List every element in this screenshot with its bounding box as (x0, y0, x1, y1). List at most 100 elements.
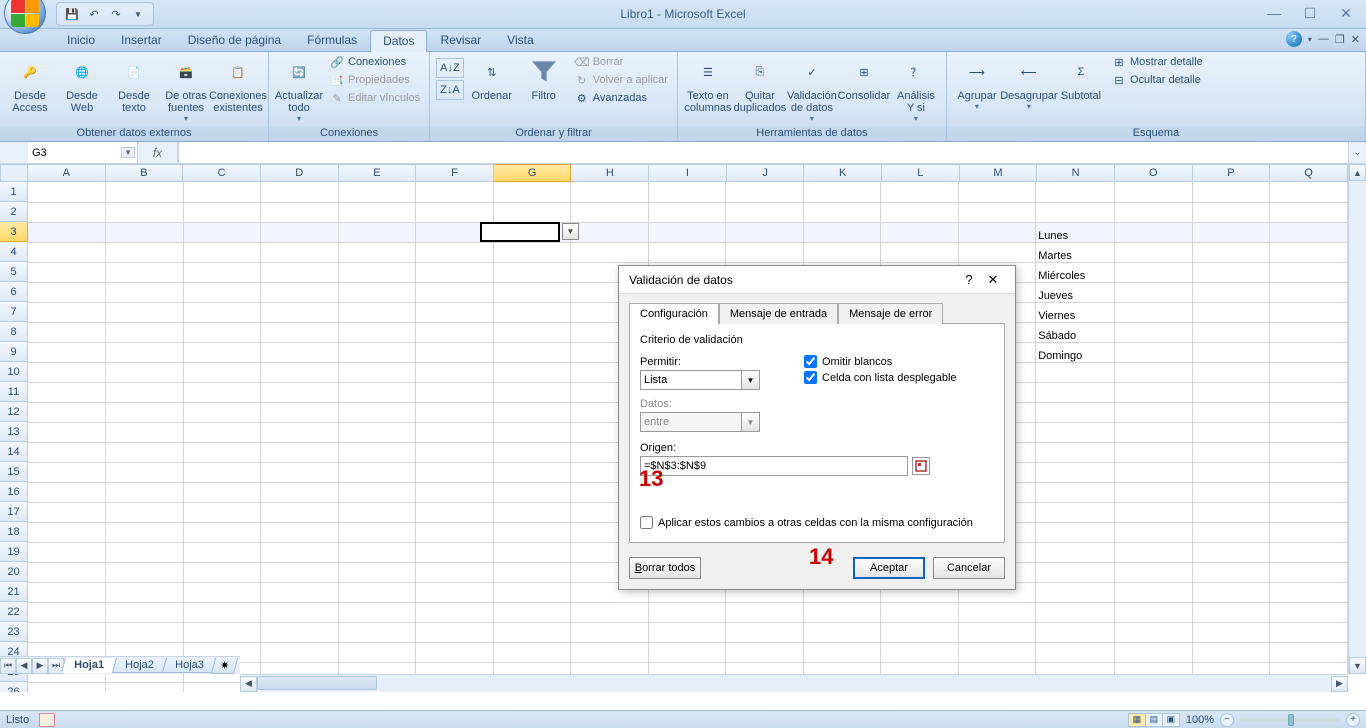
cell-G13[interactable] (493, 422, 571, 442)
cell-B8[interactable] (106, 322, 184, 342)
cell-O2[interactable] (1115, 202, 1193, 222)
cell-F6[interactable] (416, 282, 494, 302)
cell-E4[interactable] (338, 242, 416, 262)
cell-D3[interactable] (261, 222, 339, 242)
customize-qat-icon[interactable]: ▼ (129, 5, 147, 23)
cell-G7[interactable] (493, 302, 571, 322)
cell-A12[interactable] (28, 402, 106, 422)
cell-B20[interactable] (106, 562, 184, 582)
cell-K2[interactable] (803, 202, 881, 222)
cell-P15[interactable] (1192, 462, 1270, 482)
cell-C6[interactable] (183, 282, 261, 302)
cell-C20[interactable] (183, 562, 261, 582)
cell-F11[interactable] (416, 382, 494, 402)
cell-D18[interactable] (261, 522, 339, 542)
tab-formulas[interactable]: Fórmulas (294, 29, 370, 51)
cell-D21[interactable] (261, 582, 339, 602)
sheet-nav-next-icon[interactable]: ▶ (32, 658, 48, 674)
workbook-close-button[interactable]: ✕ (1351, 33, 1360, 46)
cell-L23[interactable] (881, 622, 959, 642)
cell-H1[interactable] (571, 182, 649, 202)
cell-E2[interactable] (338, 202, 416, 222)
cell-H4[interactable] (571, 242, 649, 262)
cell-C13[interactable] (183, 422, 261, 442)
cell-F21[interactable] (416, 582, 494, 602)
cell-G3[interactable] (493, 222, 571, 242)
cell-K3[interactable] (803, 222, 881, 242)
cell-P9[interactable] (1192, 342, 1270, 362)
insert-sheet-button[interactable]: ✷ (211, 658, 239, 674)
from-access-button[interactable]: 🔑Desde Access (6, 54, 54, 116)
cell-P16[interactable] (1192, 482, 1270, 502)
source-input[interactable]: =$N$3:$N$9 (640, 456, 908, 476)
row-header-16[interactable]: 16 (0, 482, 28, 502)
cell-A11[interactable] (28, 382, 106, 402)
cell-F13[interactable] (416, 422, 494, 442)
cell-B22[interactable] (106, 602, 184, 622)
cell-A26[interactable] (28, 682, 106, 692)
sort-asc-button[interactable]: A↓Z (436, 58, 464, 78)
cell-N20[interactable] (1036, 562, 1115, 582)
column-header-I[interactable]: I (649, 164, 727, 182)
group-button[interactable]: ⟶Agrupar (953, 54, 1001, 113)
cell-G22[interactable] (493, 602, 571, 622)
cell-E20[interactable] (338, 562, 416, 582)
cell-F9[interactable] (416, 342, 494, 362)
cell-E12[interactable] (338, 402, 416, 422)
connections-button[interactable]: 🔗Conexiones (327, 54, 423, 70)
data-validation-dropdown-icon[interactable]: ▼ (562, 223, 579, 240)
sheet-tab-hoja2[interactable]: Hoja2 (112, 658, 167, 673)
clear-all-button[interactable]: Borrar todos (629, 557, 701, 579)
cell-N4[interactable]: Martes (1036, 242, 1115, 262)
reapply-button[interactable]: ↻Volver a aplicar (572, 72, 671, 88)
cell-P22[interactable] (1192, 602, 1270, 622)
tab-insertar[interactable]: Insertar (108, 29, 175, 51)
row-header-1[interactable]: 1 (0, 182, 28, 202)
cell-Q20[interactable] (1270, 562, 1348, 582)
cell-O14[interactable] (1115, 442, 1193, 462)
cell-D22[interactable] (261, 602, 339, 622)
cell-O22[interactable] (1115, 602, 1193, 622)
cell-Q10[interactable] (1270, 362, 1348, 382)
cell-F1[interactable] (416, 182, 494, 202)
cell-B15[interactable] (106, 462, 184, 482)
cell-P20[interactable] (1192, 562, 1270, 582)
cell-P5[interactable] (1192, 262, 1270, 282)
cell-N15[interactable] (1036, 462, 1115, 482)
cell-N11[interactable] (1036, 382, 1115, 402)
cell-H22[interactable] (571, 602, 649, 622)
cell-E13[interactable] (338, 422, 416, 442)
macro-record-icon[interactable] (39, 713, 55, 727)
cell-B9[interactable] (106, 342, 184, 362)
cell-P18[interactable] (1192, 522, 1270, 542)
cell-E11[interactable] (338, 382, 416, 402)
cell-P11[interactable] (1192, 382, 1270, 402)
cell-D5[interactable] (261, 262, 339, 282)
cell-O21[interactable] (1115, 582, 1193, 602)
cell-B4[interactable] (106, 242, 184, 262)
cell-L2[interactable] (881, 202, 959, 222)
cell-Q2[interactable] (1270, 202, 1348, 222)
cell-G15[interactable] (493, 462, 571, 482)
scroll-right-icon[interactable]: ▶ (1331, 676, 1348, 692)
cell-D6[interactable] (261, 282, 339, 302)
cell-P1[interactable] (1192, 182, 1270, 202)
cell-D4[interactable] (261, 242, 339, 262)
cell-A17[interactable] (28, 502, 106, 522)
sheet-tab-hoja1[interactable]: Hoja1 (61, 658, 117, 673)
cell-O12[interactable] (1115, 402, 1193, 422)
insert-function-button[interactable]: fx (138, 142, 178, 163)
cell-P19[interactable] (1192, 542, 1270, 562)
cell-J3[interactable] (726, 222, 804, 242)
cell-N21[interactable] (1036, 582, 1115, 602)
cell-F19[interactable] (416, 542, 494, 562)
zoom-value[interactable]: 100% (1186, 714, 1214, 726)
cell-Q6[interactable] (1270, 282, 1348, 302)
cell-F12[interactable] (416, 402, 494, 422)
cell-E7[interactable] (338, 302, 416, 322)
cell-P2[interactable] (1192, 202, 1270, 222)
cell-B7[interactable] (106, 302, 184, 322)
cell-E15[interactable] (338, 462, 416, 482)
cell-N19[interactable] (1036, 542, 1115, 562)
cell-F17[interactable] (416, 502, 494, 522)
